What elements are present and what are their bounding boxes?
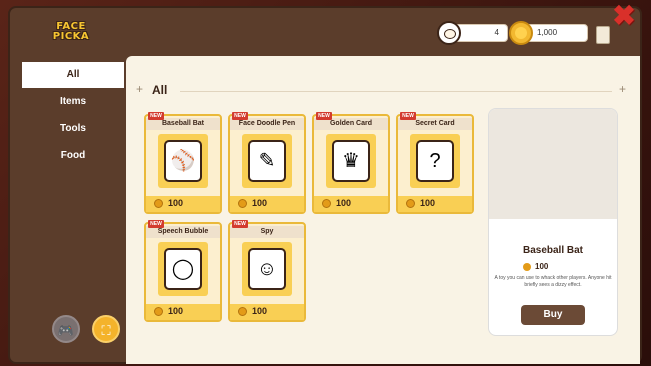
section-title: All (152, 83, 168, 97)
new-badge: NEW (400, 112, 416, 120)
price-bar: 100 (398, 196, 472, 212)
pen-icon: ✎ (248, 140, 286, 182)
price-bar: 100 (146, 304, 220, 320)
sidebar-item-items[interactable]: Items (22, 89, 124, 115)
price-bar: 100 (146, 196, 220, 212)
new-badge: NEW (148, 220, 164, 228)
section-header: + All + (136, 82, 626, 98)
coin-icon (322, 199, 331, 208)
card-thumb: ☺ (242, 242, 292, 296)
detail-card: Baseball Bat 100 A toy you can use to wh… (488, 108, 618, 336)
shop-panel: FACE PICKA 4 1,000 All Items Tools Food … (8, 6, 642, 364)
coin-icon (523, 263, 531, 271)
coin-counter: 1,000 (509, 21, 588, 45)
faces-count: 4 (494, 28, 499, 37)
new-badge: NEW (232, 220, 248, 228)
card-thumb: ? (410, 134, 460, 188)
divider (180, 91, 612, 92)
app-logo: FACE PICKA (50, 22, 92, 52)
face-icon (437, 21, 461, 45)
detail-description: A toy you can use to whack other players… (494, 275, 612, 288)
sidebar-item-tools[interactable]: Tools (22, 116, 124, 142)
sidebar-item-all[interactable]: All (22, 62, 124, 88)
card-thumb: ✎ (242, 134, 292, 188)
coin-icon (238, 199, 247, 208)
item-card-secret-card[interactable]: Secret Card NEW ? 100 (396, 112, 474, 214)
card-thumb: ◯ (158, 242, 208, 296)
card-price: 100 (252, 198, 268, 208)
note-icon[interactable] (596, 26, 610, 44)
plus-decoration-icon: + (136, 82, 144, 96)
shop-icon[interactable]: ⛶ (92, 315, 120, 343)
item-card-face-doodle-pen[interactable]: Face Doodle Pen NEW ✎ 100 (228, 112, 306, 214)
price-bar: 100 (230, 196, 304, 212)
detail-price: 100 (535, 262, 549, 271)
faces-counter: 4 (437, 21, 508, 45)
coin-icon (406, 199, 415, 208)
coin-icon (154, 307, 163, 316)
coin-count: 1,000 (537, 28, 558, 37)
coin-icon (154, 199, 163, 208)
card-price: 100 (336, 198, 352, 208)
buy-button[interactable]: Buy (521, 305, 585, 325)
new-badge: NEW (148, 112, 164, 120)
close-icon[interactable]: ✖ (610, 2, 638, 30)
item-card-speech-bubble[interactable]: Speech Bubble NEW ◯ 100 (144, 220, 222, 322)
new-badge: NEW (316, 112, 332, 120)
detail-preview (489, 109, 617, 219)
card-price: 100 (168, 198, 184, 208)
item-card-golden-card[interactable]: Golden Card NEW ♛ 100 (312, 112, 390, 214)
logo-line2: PICKA (52, 31, 90, 42)
spy-icon: ☺ (248, 248, 286, 290)
card-thumb: ♛ (326, 134, 376, 188)
sidebar-item-food[interactable]: Food (22, 143, 124, 169)
golden-card-icon: ♛ (332, 140, 370, 182)
item-detail: Baseball Bat 100 A toy you can use to wh… (488, 108, 623, 348)
category-sidebar: All Items Tools Food 🎮 ⛶ (22, 56, 124, 364)
header: FACE PICKA 4 1,000 (10, 8, 640, 58)
secret-card-icon: ? (416, 140, 454, 182)
card-thumb: ⚾ (158, 134, 208, 188)
item-card-spy[interactable]: Spy NEW ☺ 100 (228, 220, 306, 322)
speech-bubble-icon: ◯ (164, 248, 202, 290)
item-card-baseball-bat[interactable]: Baseball Bat NEW ⚾ 100 (144, 112, 222, 214)
plus-decoration-icon: + (618, 82, 626, 96)
card-price: 100 (252, 306, 268, 316)
gamepad-icon[interactable]: 🎮 (52, 315, 80, 343)
baseball-bat-icon: ⚾ (164, 140, 202, 182)
price-bar: 100 (314, 196, 388, 212)
new-badge: NEW (232, 112, 248, 120)
coin-icon (509, 21, 533, 45)
detail-title: Baseball Bat (522, 245, 584, 256)
card-price: 100 (420, 198, 436, 208)
card-price: 100 (168, 306, 184, 316)
coin-icon (238, 307, 247, 316)
price-bar: 100 (230, 304, 304, 320)
